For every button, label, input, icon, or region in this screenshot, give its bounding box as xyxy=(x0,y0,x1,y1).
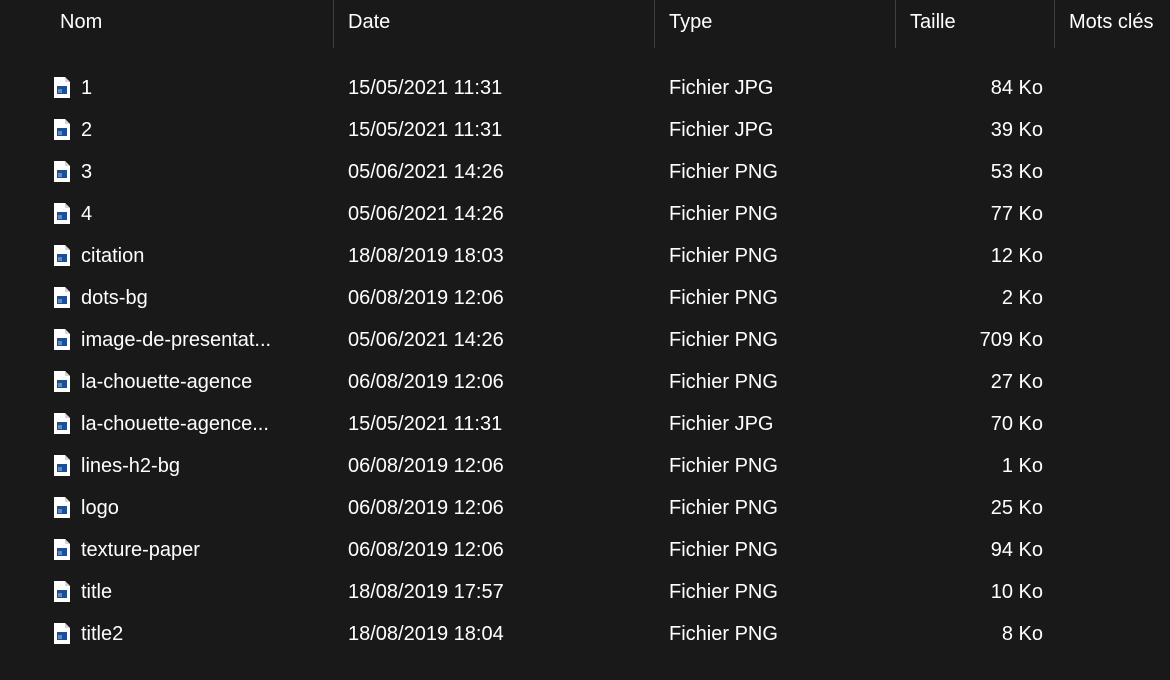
file-date-modified: 06/08/2019 12:06 xyxy=(348,287,504,309)
file-name: dots-bg xyxy=(81,287,148,309)
image-file-icon xyxy=(53,329,71,351)
image-file-icon xyxy=(53,77,71,99)
file-date-modified: 18/08/2019 18:04 xyxy=(348,623,504,645)
file-type: Fichier JPG xyxy=(669,119,774,141)
file-row[interactable]: 4 05/06/2021 14:26 Fichier PNG 77 Ko xyxy=(0,193,1170,235)
file-date-modified: 18/08/2019 18:03 xyxy=(348,245,504,267)
file-date-modified: 05/06/2021 14:26 xyxy=(348,329,504,351)
file-name: lines-h2-bg xyxy=(81,455,180,477)
column-header-size[interactable]: Taille xyxy=(896,0,1055,48)
file-date-modified: 05/06/2021 14:26 xyxy=(348,161,504,183)
file-type: Fichier PNG xyxy=(669,497,778,519)
file-type: Fichier JPG xyxy=(669,77,774,99)
image-file-icon xyxy=(53,455,71,477)
file-size: 25 Ko xyxy=(990,497,1043,519)
column-header-name[interactable]: Nom xyxy=(46,0,334,48)
file-size: 10 Ko xyxy=(990,581,1043,603)
file-size: 709 Ko xyxy=(979,329,1043,351)
file-date-modified: 06/08/2019 12:06 xyxy=(348,539,504,561)
column-header-type[interactable]: Type xyxy=(655,0,896,48)
file-size: 1 Ko xyxy=(1001,455,1043,477)
image-file-icon xyxy=(53,245,71,267)
file-explorer-details-view: Nom Date Type Taille Mots clés 1 15/05/20… xyxy=(0,0,1170,680)
file-size: 70 Ko xyxy=(990,413,1043,435)
file-type: Fichier PNG xyxy=(669,161,778,183)
file-type: Fichier PNG xyxy=(669,287,778,309)
file-name: citation xyxy=(81,245,145,267)
file-date-modified: 05/06/2021 14:26 xyxy=(348,203,504,225)
file-size: 27 Ko xyxy=(990,371,1043,393)
file-date-modified: 15/05/2021 11:31 xyxy=(348,77,503,99)
file-date-modified: 06/08/2019 12:06 xyxy=(348,497,504,519)
file-name: la-chouette-agence... xyxy=(81,413,269,435)
file-date-modified: 15/05/2021 11:31 xyxy=(348,413,503,435)
file-row[interactable]: dots-bg 06/08/2019 12:06 Fichier PNG 2 Ko xyxy=(0,277,1170,319)
file-size: 84 Ko xyxy=(990,77,1043,99)
image-file-icon xyxy=(53,119,71,141)
file-name: title xyxy=(81,581,113,603)
image-file-icon xyxy=(53,287,71,309)
file-size: 8 Ko xyxy=(1001,623,1043,645)
file-type: Fichier PNG xyxy=(669,623,778,645)
file-type: Fichier PNG xyxy=(669,245,778,267)
file-name: logo xyxy=(81,497,119,519)
file-name: texture-paper xyxy=(81,539,200,561)
file-type: Fichier PNG xyxy=(669,581,778,603)
file-row[interactable]: logo 06/08/2019 12:06 Fichier PNG 25 Ko xyxy=(0,487,1170,529)
image-file-icon xyxy=(53,161,71,183)
file-type: Fichier PNG xyxy=(669,203,778,225)
file-name: image-de-presentat... xyxy=(81,329,272,351)
file-list: 1 15/05/2021 11:31 Fichier JPG 84 Ko 2 15/05/… xyxy=(0,67,1170,655)
file-name: la-chouette-agence xyxy=(81,371,253,393)
file-name: 2 xyxy=(81,119,93,141)
file-date-modified: 15/05/2021 11:31 xyxy=(348,119,503,141)
file-type: Fichier PNG xyxy=(669,539,778,561)
file-size: 12 Ko xyxy=(990,245,1043,267)
file-name: 1 xyxy=(81,77,93,99)
file-name: 3 xyxy=(81,161,93,183)
file-size: 77 Ko xyxy=(990,203,1043,225)
column-header-bar: Nom Date Type Taille Mots clés xyxy=(0,0,1170,48)
file-size: 94 Ko xyxy=(990,539,1043,561)
file-type: Fichier PNG xyxy=(669,329,778,351)
image-file-icon xyxy=(53,413,71,435)
image-file-icon xyxy=(53,623,71,645)
column-header-date[interactable]: Date xyxy=(334,0,655,48)
file-type: Fichier PNG xyxy=(669,455,778,477)
image-file-icon xyxy=(53,203,71,225)
image-file-icon xyxy=(53,371,71,393)
file-size: 53 Ko xyxy=(990,161,1043,183)
file-row[interactable]: image-de-presentat... 05/06/2021 14:26 Fic… xyxy=(0,319,1170,361)
file-name: title2 xyxy=(81,623,124,645)
column-header-keywords[interactable]: Mots clés xyxy=(1055,0,1170,48)
file-type: Fichier JPG xyxy=(669,413,774,435)
file-row[interactable]: texture-paper 06/08/2019 12:06 Fichier PNG… xyxy=(0,529,1170,571)
file-row[interactable]: 3 05/06/2021 14:26 Fichier PNG 53 Ko xyxy=(0,151,1170,193)
file-size: 2 Ko xyxy=(1001,287,1043,309)
file-date-modified: 06/08/2019 12:06 xyxy=(348,455,504,477)
file-row[interactable]: title2 18/08/2019 18:04 Fichier PNG 8 Ko xyxy=(0,613,1170,655)
file-row[interactable]: la-chouette-agence 06/08/2019 12:06 Fichie… xyxy=(0,361,1170,403)
file-row[interactable]: title 18/08/2019 17:57 Fichier PNG 10 Ko xyxy=(0,571,1170,613)
image-file-icon xyxy=(53,581,71,603)
file-row[interactable]: la-chouette-agence... 15/05/2021 11:31 Fic… xyxy=(0,403,1170,445)
file-date-modified: 18/08/2019 17:57 xyxy=(348,581,504,603)
file-row[interactable]: lines-h2-bg 06/08/2019 12:06 Fichier PNG 1 … xyxy=(0,445,1170,487)
file-row[interactable]: 1 15/05/2021 11:31 Fichier JPG 84 Ko xyxy=(0,67,1170,109)
file-row[interactable]: citation 18/08/2019 18:03 Fichier PNG 12 Ko xyxy=(0,235,1170,277)
file-name: 4 xyxy=(81,203,93,225)
image-file-icon xyxy=(53,539,71,561)
file-date-modified: 06/08/2019 12:06 xyxy=(348,371,504,393)
image-file-icon xyxy=(53,497,71,519)
file-type: Fichier PNG xyxy=(669,371,778,393)
file-size: 39 Ko xyxy=(990,119,1043,141)
file-row[interactable]: 2 15/05/2021 11:31 Fichier JPG 39 Ko xyxy=(0,109,1170,151)
